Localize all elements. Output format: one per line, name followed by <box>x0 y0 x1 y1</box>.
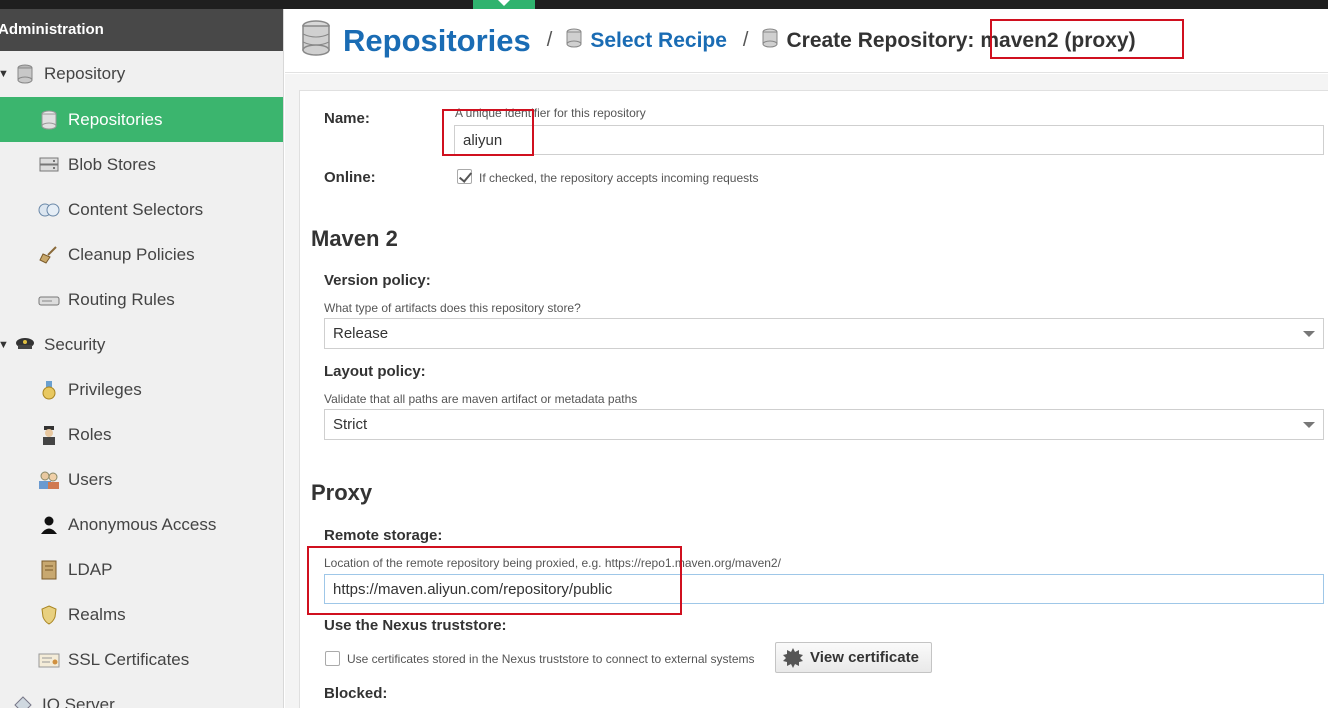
sidebar-header: Administration <box>0 9 283 51</box>
sidebar-item-label: Routing Rules <box>68 289 175 309</box>
layout-policy-label: Layout policy: <box>324 363 426 380</box>
sidebar-item-ldap[interactable]: LDAP <box>0 547 283 592</box>
sidebar-item-label: LDAP <box>68 559 113 579</box>
chevron-down-icon[interactable] <box>1303 331 1315 337</box>
sidebar-item-privileges[interactable]: Privileges <box>0 367 283 412</box>
online-help: If checked, the repository accepts incom… <box>479 171 759 185</box>
sidebar-item-content-selectors[interactable]: Content Selectors <box>0 187 283 232</box>
expanded-caret-icon[interactable]: ▼ <box>0 68 10 80</box>
online-label: Online: <box>324 169 376 186</box>
layout-policy-help: Validate that all paths are maven artifa… <box>324 392 638 406</box>
expanded-caret-icon[interactable]: ▼ <box>0 339 10 351</box>
repository-form: Name: A unique identifier for this repos… <box>299 90 1328 708</box>
breadcrumb-root[interactable]: Repositories <box>301 20 531 61</box>
sidebar-item-label: Realms <box>68 604 126 624</box>
router-icon <box>38 290 60 310</box>
annotation-box <box>307 546 682 615</box>
sidebar-item-anonymous-access[interactable]: Anonymous Access <box>0 502 283 547</box>
server-icon <box>38 155 60 175</box>
top-bar <box>0 0 1328 9</box>
sidebar-item-iq-server[interactable]: IQ Server <box>0 682 283 708</box>
button-label: View certificate <box>810 649 919 666</box>
sidebar-item-label: IQ Server <box>42 694 115 708</box>
database-icon <box>301 20 331 61</box>
chevron-down-icon[interactable] <box>1303 422 1315 428</box>
proxy-section-title: Proxy <box>311 480 373 505</box>
sidebar-item-label: Content Selectors <box>68 199 204 219</box>
sidebar-item-label: Security <box>44 334 106 354</box>
blocked-label: Blocked: <box>324 685 388 702</box>
breadcrumb-separator: / <box>546 29 553 51</box>
maven-section-title: Maven 2 <box>311 226 398 251</box>
breadcrumb-select-recipe[interactable]: Select Recipe <box>566 28 727 54</box>
police-hat-icon <box>14 335 36 355</box>
truststore-label: Use the Nexus truststore: <box>324 617 507 634</box>
page-title[interactable]: Repositories <box>343 23 531 59</box>
broom-icon <box>38 245 60 265</box>
sidebar-item-blob-stores[interactable]: Blob Stores <box>0 142 283 187</box>
sidebar-item-label: Roles <box>68 424 112 444</box>
content-selector-icon <box>38 200 60 220</box>
admin-sidebar: Administration ▼ Repository Repositories… <box>0 9 284 708</box>
officer-icon <box>38 425 60 445</box>
sidebar-item-realms[interactable]: Realms <box>0 592 283 637</box>
view-certificate-button[interactable]: View certificate <box>775 642 932 673</box>
sidebar-item-label: Blob Stores <box>68 154 156 174</box>
sidebar-item-repositories[interactable]: Repositories <box>0 97 283 142</box>
sidebar-item-label: Repository <box>44 63 126 83</box>
database-icon <box>566 28 582 54</box>
sidebar-item-ssl-certificates[interactable]: SSL Certificates <box>0 637 283 682</box>
annotation-box <box>990 19 1184 59</box>
sidebar-item-label: Cleanup Policies <box>68 244 195 264</box>
sidebar-item-roles[interactable]: Roles <box>0 412 283 457</box>
iq-server-icon <box>12 695 34 708</box>
remote-storage-label: Remote storage: <box>324 527 443 544</box>
version-policy-label: Version policy: <box>324 272 431 289</box>
database-icon <box>14 64 36 84</box>
shield-icon <box>38 604 60 625</box>
name-input[interactable] <box>454 125 1324 155</box>
medal-icon <box>38 380 60 400</box>
select-value: Strict <box>333 416 368 433</box>
breadcrumb-separator: / <box>742 29 749 51</box>
sidebar-item-label: SSL Certificates <box>68 649 190 669</box>
annotation-box <box>442 109 534 156</box>
version-policy-select[interactable]: Release <box>324 318 1324 349</box>
sidebar-item-repository[interactable]: ▼ Repository <box>0 51 283 96</box>
certificate-icon <box>38 650 60 670</box>
breadcrumb-label: Create Repository: <box>786 28 975 52</box>
sidebar-item-label: Users <box>68 469 113 489</box>
sidebar-item-label: Privileges <box>68 379 142 399</box>
breadcrumb-label[interactable]: Select Recipe <box>590 29 727 53</box>
certificate-seal-icon <box>782 647 804 669</box>
address-book-icon <box>38 560 60 580</box>
user-silhouette-icon <box>38 515 60 535</box>
name-label: Name: <box>324 110 370 127</box>
sidebar-item-routing-rules[interactable]: Routing Rules <box>0 277 283 322</box>
sidebar-item-users[interactable]: Users <box>0 457 283 502</box>
users-icon <box>38 470 60 490</box>
select-value: Release <box>333 325 389 342</box>
truststore-help: Use certificates stored in the Nexus tru… <box>347 652 755 666</box>
online-checkbox[interactable] <box>457 169 472 184</box>
version-policy-help: What type of artifacts does this reposit… <box>324 301 581 315</box>
sidebar-item-label: Repositories <box>68 109 163 129</box>
truststore-checkbox[interactable] <box>325 651 340 666</box>
sidebar-item-label: Anonymous Access <box>68 514 217 534</box>
active-tab-indicator <box>473 0 535 9</box>
database-icon <box>762 28 778 54</box>
database-icon <box>38 110 60 130</box>
layout-policy-select[interactable]: Strict <box>324 409 1324 440</box>
sidebar-item-cleanup-policies[interactable]: Cleanup Policies <box>0 232 283 277</box>
sidebar-item-security[interactable]: ▼ Security <box>0 322 283 367</box>
